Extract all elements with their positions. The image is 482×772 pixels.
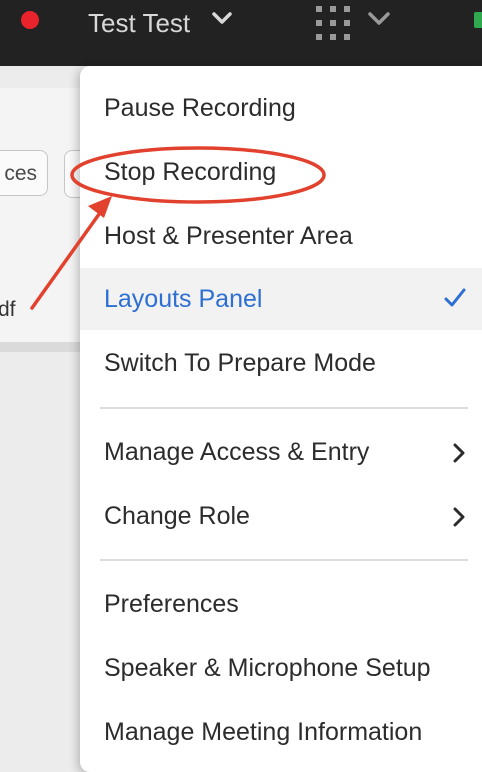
menu-divider xyxy=(100,407,468,409)
menu-item-manage-access-entry[interactable]: Manage Access & Entry xyxy=(80,421,482,483)
menu-item-layouts-panel[interactable]: Layouts Panel xyxy=(80,268,482,330)
menu-item-host-presenter-area[interactable]: Host & Presenter Area xyxy=(80,205,482,267)
menu-item-speaker-microphone-setup[interactable]: Speaker & Microphone Setup xyxy=(80,637,482,699)
menu-item-change-role[interactable]: Change Role xyxy=(80,485,482,547)
chevron-right-icon xyxy=(453,507,465,527)
menu-item-stop-recording[interactable]: Stop Recording xyxy=(80,141,482,203)
background-file-name: df xyxy=(0,298,16,321)
top-bar: Test Test xyxy=(0,0,482,66)
meeting-dropdown-menu: Pause Recording Stop Recording Host & Pr… xyxy=(80,66,482,772)
menu-item-switch-to-prepare-mode[interactable]: Switch To Prepare Mode xyxy=(80,332,482,394)
menu-item-preferences[interactable]: Preferences xyxy=(80,573,482,635)
menu-item-label: Change Role xyxy=(104,502,250,530)
checkmark-icon xyxy=(444,288,466,307)
menu-item-label: Manage Access & Entry xyxy=(104,438,370,466)
chevron-down-icon[interactable] xyxy=(212,11,232,27)
status-indicator xyxy=(474,12,482,28)
user-name-menu[interactable]: Test Test xyxy=(88,6,190,40)
apps-grid-icon[interactable] xyxy=(316,6,350,40)
chevron-right-icon xyxy=(453,443,465,463)
menu-item-manage-meeting-information[interactable]: Manage Meeting Information xyxy=(80,701,482,763)
recording-dot-icon[interactable] xyxy=(21,11,39,29)
menu-item-pause-recording[interactable]: Pause Recording xyxy=(80,77,482,139)
chevron-down-icon[interactable] xyxy=(368,11,390,27)
menu-item-label: Layouts Panel xyxy=(104,285,263,313)
background-button[interactable]: ces xyxy=(0,150,48,196)
menu-divider xyxy=(100,559,468,561)
